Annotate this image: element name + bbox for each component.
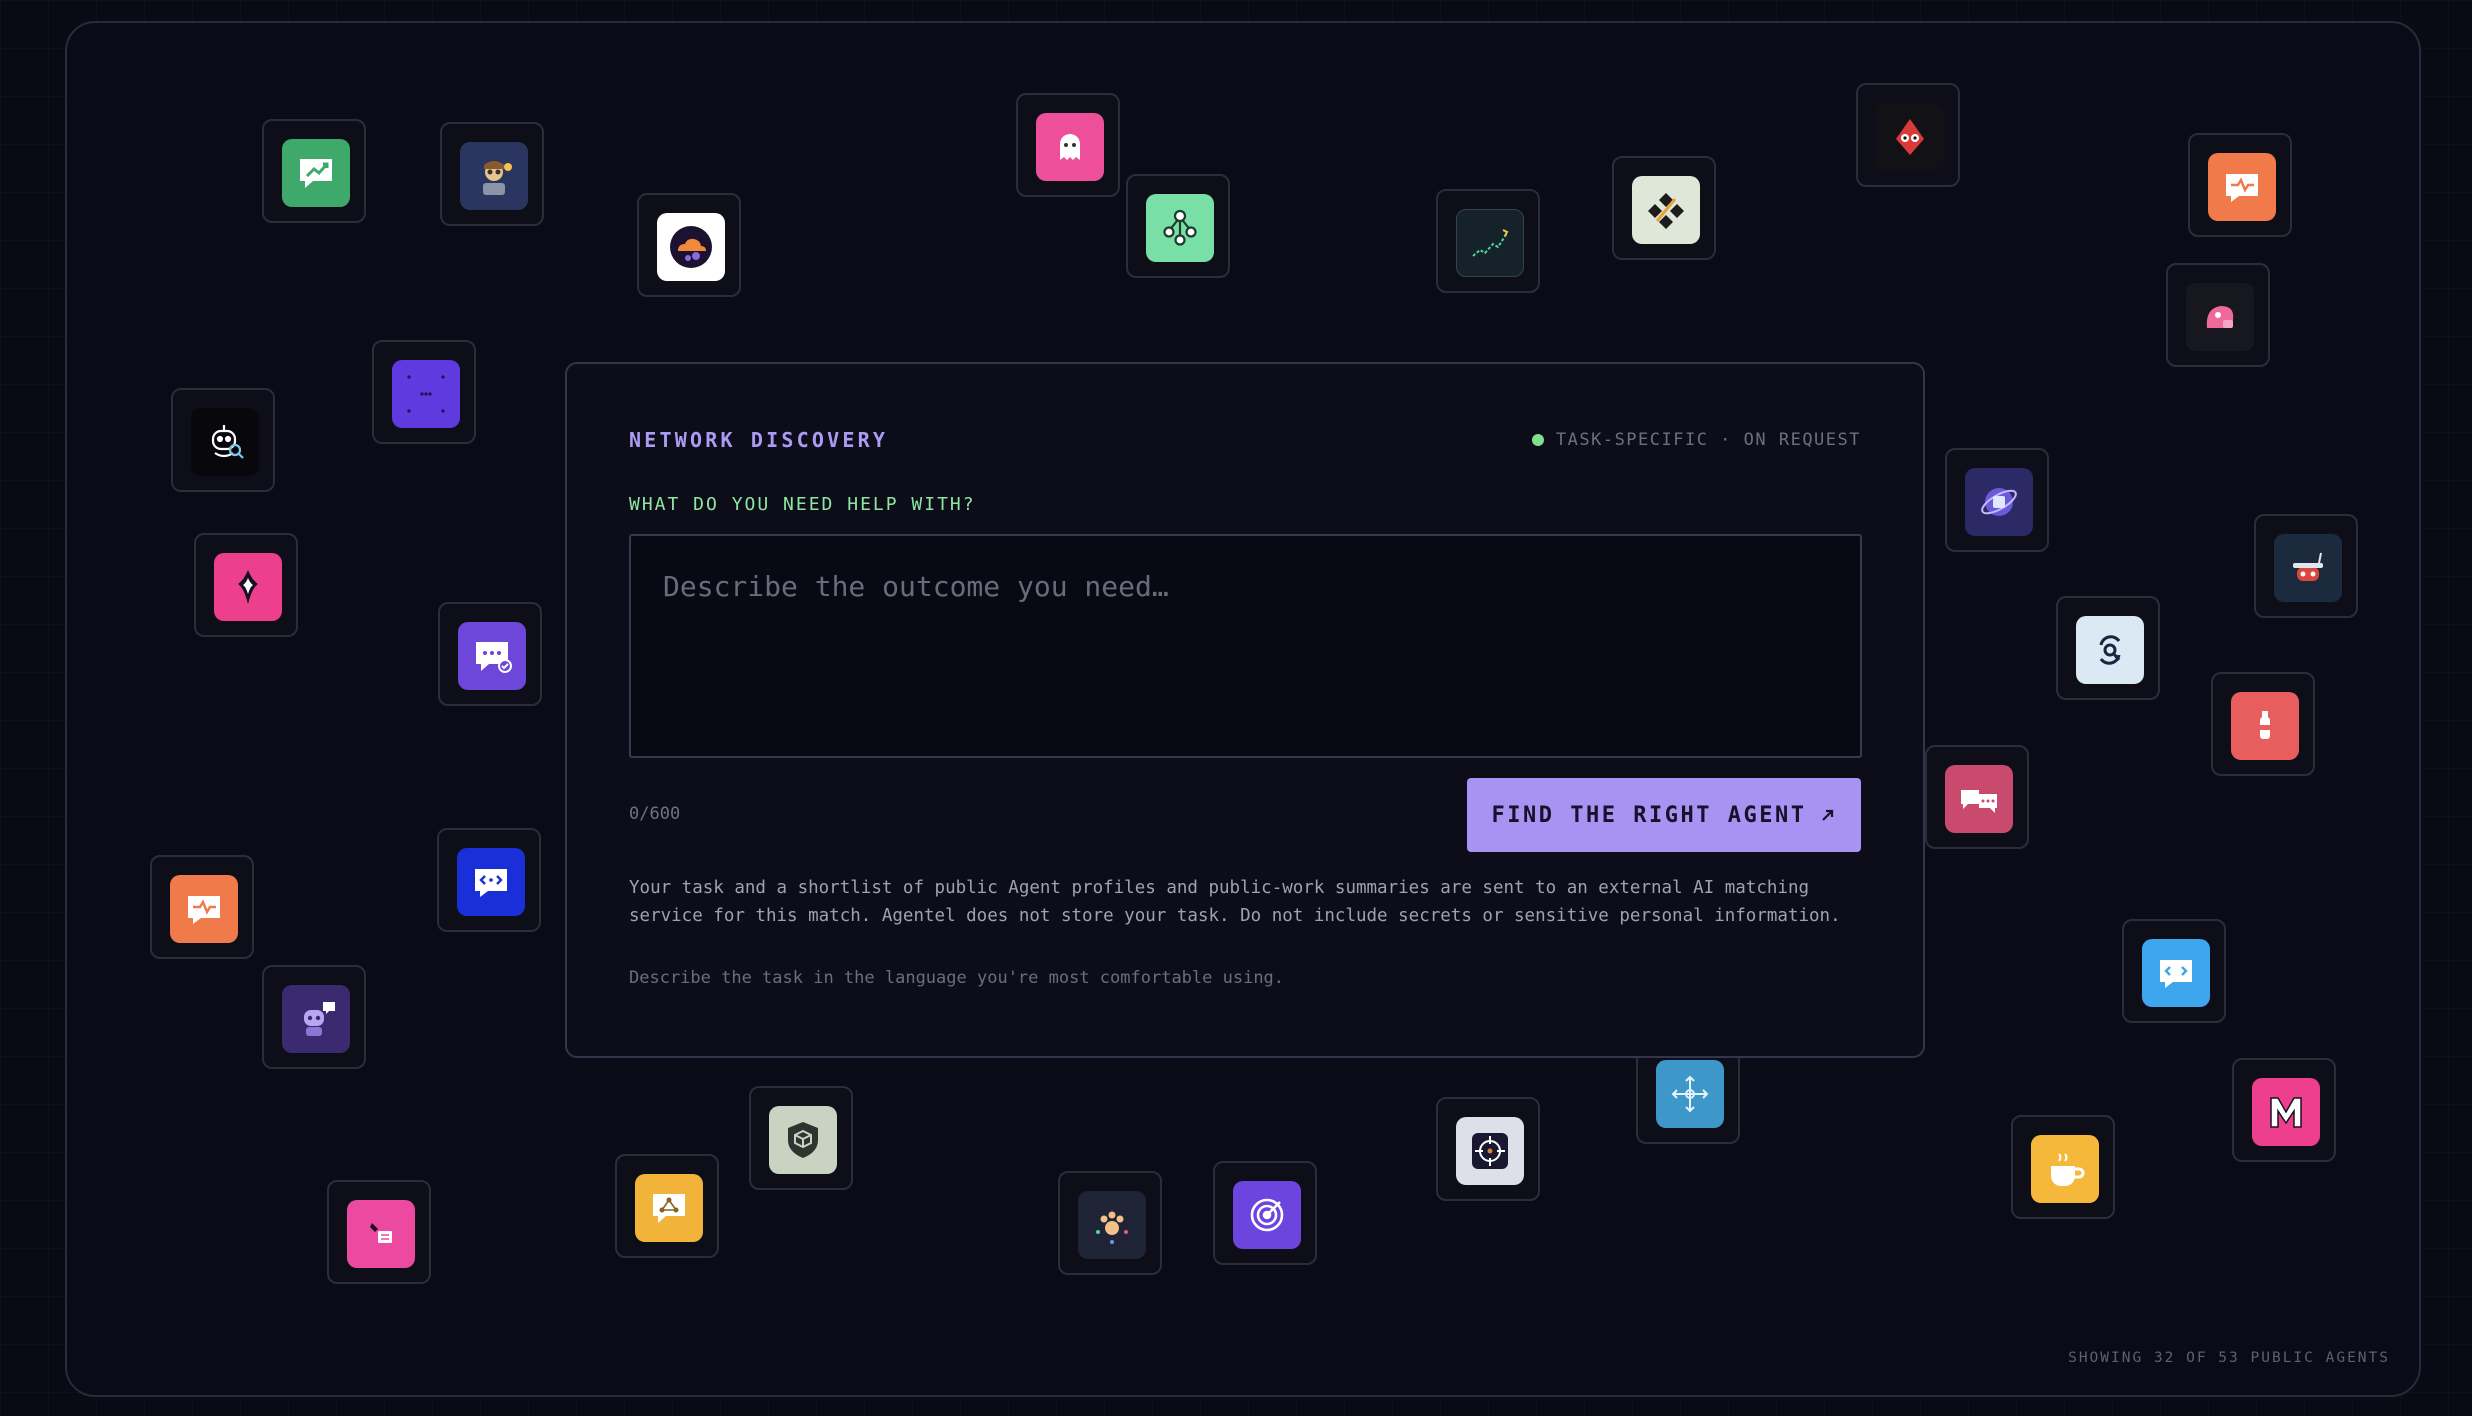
agent-tile[interactable] bbox=[1856, 83, 1960, 187]
agent-tile[interactable] bbox=[327, 1180, 431, 1284]
ghost-icon bbox=[1036, 113, 1104, 181]
agent-tile[interactable] bbox=[2056, 596, 2160, 700]
coffee-cup-icon bbox=[2031, 1135, 2099, 1203]
heartbeat-chat-icon bbox=[170, 875, 238, 943]
privacy-disclaimer: Your task and a shortlist of public Agen… bbox=[629, 878, 1841, 926]
agent-tile[interactable] bbox=[1925, 745, 2029, 849]
language-hint: Describe the task in the language you're… bbox=[629, 968, 1285, 988]
pink-note-icon bbox=[347, 1200, 415, 1268]
globe-orbit-icon bbox=[1965, 468, 2033, 536]
paw-nodes-icon bbox=[1078, 1191, 1146, 1259]
status-indicator: TASK-SPECIFIC · ON REQUEST bbox=[1531, 430, 1861, 450]
hub-chat-icon bbox=[635, 1174, 703, 1242]
agent-tile[interactable] bbox=[438, 602, 542, 706]
find-agent-button[interactable]: FIND THE RIGHT AGENT bbox=[1467, 778, 1861, 852]
panel-title: NETWORK DISCOVERY bbox=[629, 428, 889, 452]
heartbeat-chat-icon bbox=[2208, 153, 2276, 221]
status-text: TASK-SPECIFIC · ON REQUEST bbox=[1555, 430, 1861, 450]
agent-tile[interactable] bbox=[2188, 133, 2292, 237]
agent-tile[interactable] bbox=[2211, 672, 2315, 776]
task-description-input[interactable] bbox=[629, 534, 1862, 758]
agent-tile[interactable] bbox=[262, 119, 366, 223]
arrow-up-right-icon bbox=[1822, 809, 1834, 821]
agent-tile[interactable] bbox=[1436, 1097, 1540, 1201]
agent-tile[interactable] bbox=[437, 828, 541, 932]
agent-tile[interactable] bbox=[150, 855, 254, 959]
character-counter: 0/600 bbox=[629, 804, 681, 824]
agent-tile[interactable] bbox=[1016, 93, 1120, 197]
code-chat-icon bbox=[457, 848, 525, 916]
agent-tile[interactable] bbox=[440, 122, 544, 226]
agent-count-label: SHOWING 32 OF 53 PUBLIC AGENTS bbox=[2068, 1350, 2390, 1366]
agent-tile[interactable] bbox=[615, 1154, 719, 1258]
find-agent-button-label: FIND THE RIGHT AGENT bbox=[1491, 802, 1807, 828]
agent-tile[interactable] bbox=[2166, 263, 2270, 367]
red-robot-icon bbox=[1876, 103, 1944, 171]
agent-tile[interactable] bbox=[1126, 174, 1230, 278]
status-dot-icon bbox=[1531, 434, 1544, 446]
agent-tile[interactable] bbox=[1213, 1161, 1317, 1265]
robot-thinking-icon bbox=[282, 985, 350, 1053]
agent-tile[interactable] bbox=[171, 388, 275, 492]
agent-tile[interactable] bbox=[637, 193, 741, 297]
astronaut-avatar-icon bbox=[460, 142, 528, 210]
dots-grid-icon bbox=[392, 360, 460, 428]
agent-tile[interactable] bbox=[262, 965, 366, 1069]
agent-tile[interactable] bbox=[1058, 1171, 1162, 1275]
bottle-icon bbox=[2231, 692, 2299, 760]
agent-tile[interactable] bbox=[372, 340, 476, 444]
check-chat-icon bbox=[458, 622, 526, 690]
shield-cube-icon bbox=[769, 1106, 837, 1174]
move-arrows-icon bbox=[1656, 1060, 1724, 1128]
agent-tile[interactable] bbox=[2232, 1058, 2336, 1162]
agent-tile[interactable] bbox=[2254, 514, 2358, 618]
target-spiral-icon bbox=[1233, 1181, 1301, 1249]
agent-tile[interactable] bbox=[1612, 156, 1716, 260]
chart-chat-icon bbox=[282, 139, 350, 207]
diamond-grid-icon bbox=[1632, 176, 1700, 244]
agent-tile[interactable] bbox=[2011, 1115, 2115, 1219]
code-bubble-icon bbox=[2142, 939, 2210, 1007]
letter-m-icon bbox=[2252, 1078, 2320, 1146]
pink-blob-icon bbox=[2186, 283, 2254, 351]
robot-arm-icon bbox=[2274, 534, 2342, 602]
agent-tile[interactable] bbox=[749, 1086, 853, 1190]
agent-tile[interactable] bbox=[1436, 189, 1540, 293]
cloud-orbit-icon bbox=[657, 213, 725, 281]
crosshair-icon bbox=[1456, 1117, 1524, 1185]
dialogue-icon bbox=[1945, 765, 2013, 833]
agent-tile[interactable] bbox=[2122, 919, 2226, 1023]
network-discovery-panel: NETWORK DISCOVERY TASK-SPECIFIC · ON REQ… bbox=[565, 362, 1925, 1058]
task-prompt-label: WHAT DO YOU NEED HELP WITH? bbox=[629, 494, 976, 515]
robot-search-icon bbox=[191, 408, 259, 476]
network-nodes-icon bbox=[1146, 194, 1214, 262]
spark-drop-icon bbox=[214, 553, 282, 621]
trend-line-icon bbox=[1456, 209, 1524, 277]
sync-search-icon bbox=[2076, 616, 2144, 684]
agent-tile[interactable] bbox=[194, 533, 298, 637]
agent-tile[interactable] bbox=[1945, 448, 2049, 552]
